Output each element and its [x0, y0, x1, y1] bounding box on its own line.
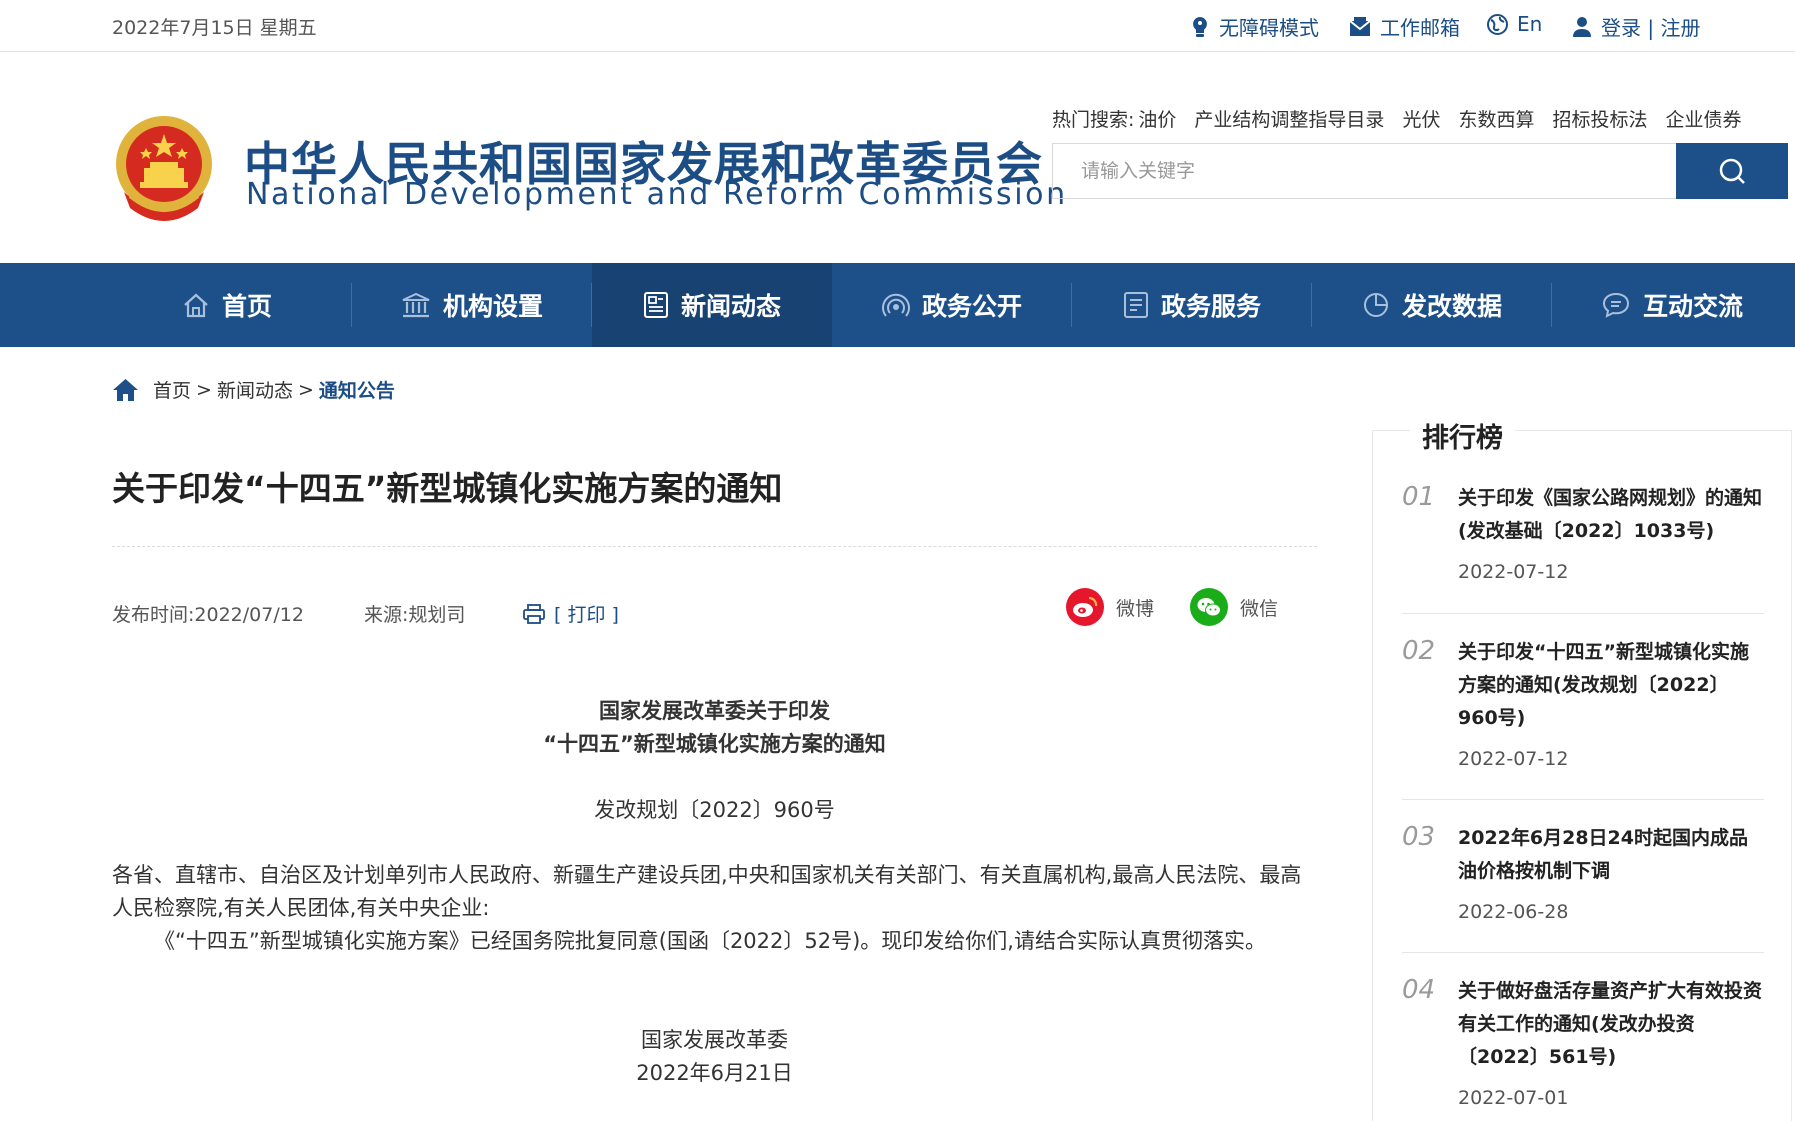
article-title: 关于印发“十四五”新型城镇化实施方案的通知	[112, 469, 783, 508]
chat-icon	[1602, 292, 1629, 318]
national-emblem-logo	[116, 116, 212, 221]
doc-number: 发改规划〔2022〕960号	[594, 798, 835, 822]
nav-label: 首页	[221, 292, 272, 321]
publish-time: 发布时间:2022/07/12	[112, 604, 304, 626]
weibo-label: 微博	[1116, 597, 1155, 620]
nav-label: 发改数据	[1401, 292, 1502, 321]
ranking-number: 02	[1402, 636, 1436, 666]
nav-label: 机构设置	[442, 292, 543, 321]
breadcrumb: 首页 > 新闻动态 > 通知公告	[112, 376, 395, 403]
breadcrumb-separator: >	[196, 378, 212, 401]
wechat-label: 微信	[1240, 597, 1279, 620]
ranking-item-date: 2022-06-28	[1458, 901, 1569, 923]
wechat-icon	[1190, 588, 1228, 626]
home-icon	[184, 293, 208, 318]
nav-item-institution[interactable]: 机构设置	[352, 263, 592, 347]
breadcrumb-home-link[interactable]: 首页	[153, 376, 191, 403]
ranking-divider	[1402, 613, 1764, 614]
body-paragraph-recipients: 各省、直辖市、自治区及计划单列市人民政府、新疆生产建设兵团,中央和国家机关有关部…	[112, 863, 1302, 920]
ranking-divider	[1402, 952, 1764, 953]
english-label: En	[1517, 12, 1543, 36]
site-title-en: National Development and Reform Commissi…	[246, 177, 1068, 212]
accessibility-icon	[1193, 16, 1207, 37]
hot-search: 热门搜索: 油价 产业结构调整指导目录 光伏 东数西算 招标投标法 企业债券	[1052, 105, 1760, 132]
login-register-link[interactable]: 登录 | 注册	[1572, 12, 1700, 41]
mail-icon	[1349, 16, 1371, 36]
current-date: 2022年7月15日 星期五	[112, 17, 317, 39]
ranking-item-title[interactable]: 关于做好盘活存量资产扩大有效投资有关工作的通知(发改办投资〔2022〕561号)	[1458, 975, 1766, 1074]
accessibility-mode-link[interactable]: 无障碍模式	[1190, 12, 1319, 41]
print-label: [ 打印 ]	[554, 604, 619, 626]
title-divider	[112, 546, 1317, 547]
printer-icon	[523, 603, 545, 624]
weibo-icon	[1066, 588, 1104, 626]
doc-heading-line2: “十四五”新型城镇化实施方案的通知	[543, 732, 886, 756]
hot-term-link[interactable]: 企业债券	[1665, 105, 1741, 132]
ranking-item-title[interactable]: 2022年6月28日24时起国内成品油价格按机制下调	[1458, 822, 1766, 888]
ranking-divider	[1402, 799, 1764, 800]
article-source: 来源:规划司	[364, 604, 466, 626]
user-icon	[1573, 17, 1591, 37]
globe-icon	[1487, 13, 1508, 35]
ranking-item-date: 2022-07-12	[1458, 748, 1569, 770]
breadcrumb-current[interactable]: 通知公告	[319, 376, 395, 403]
hot-term-link[interactable]: 油价	[1138, 105, 1176, 132]
nav-item-data[interactable]: 发改数据	[1312, 263, 1552, 347]
english-link[interactable]: En	[1487, 12, 1542, 36]
ranking-number: 01	[1402, 482, 1436, 512]
search-input[interactable]	[1053, 144, 1677, 198]
broadcast-icon	[881, 293, 910, 317]
sign-date: 2022年6月21日	[636, 1061, 793, 1085]
login-label: 登录 | 注册	[1601, 16, 1701, 40]
hot-search-label: 热门搜索:	[1052, 109, 1135, 131]
ranking-item-title[interactable]: 关于印发《国家公路网规划》的通知(发改基础〔2022〕1033号)	[1458, 482, 1766, 548]
nav-item-public-affairs[interactable]: 政务公开	[832, 263, 1072, 347]
print-button[interactable]: [ 打印 ]	[523, 600, 619, 627]
hot-term-link[interactable]: 东数西算	[1458, 105, 1534, 132]
institution-icon	[402, 292, 430, 318]
nav-item-news[interactable]: 新闻动态	[592, 263, 832, 347]
ranking-title: 排行榜	[1410, 416, 1515, 455]
ranking-item-date: 2022-07-12	[1458, 561, 1569, 583]
nav-label: 互动交流	[1642, 292, 1743, 321]
hot-term-link[interactable]: 光伏	[1402, 105, 1440, 132]
nav-item-interaction[interactable]: 互动交流	[1552, 263, 1792, 347]
pie-chart-icon	[1363, 293, 1388, 317]
hot-term-link[interactable]: 产业结构调整指导目录	[1194, 105, 1384, 132]
doc-heading-line1: 国家发展改革委关于印发	[599, 699, 830, 723]
ranking-number: 03	[1402, 822, 1436, 852]
search-box	[1052, 143, 1788, 199]
body-paragraph-main: 《“十四五”新型城镇化实施方案》已经国务院批复同意(国函〔2022〕52号)。现…	[154, 929, 1266, 953]
breadcrumb-separator: >	[297, 378, 314, 401]
nav-label: 新闻动态	[680, 292, 781, 321]
hot-term-link[interactable]: 招标投标法	[1552, 105, 1647, 132]
nav-label: 政务公开	[921, 292, 1022, 321]
nav-item-home[interactable]: 首页	[107, 263, 347, 347]
main-nav: 首页 机构设置 新闻动态 政务公开 政务服务 发改数据 互动交流	[0, 263, 1795, 347]
document-icon	[1123, 292, 1148, 318]
top-utility-bar: 2022年7月15日 星期五 无障碍模式 工作邮箱 En 登录 | 注册	[0, 0, 1795, 52]
ranking-item-date: 2022-07-01	[1458, 1087, 1569, 1109]
news-icon	[643, 292, 668, 318]
search-button[interactable]	[1676, 143, 1788, 199]
nav-label: 政务服务	[1160, 292, 1261, 321]
ranking-number: 04	[1402, 975, 1436, 1005]
breadcrumb-news-link[interactable]: 新闻动态	[217, 376, 293, 403]
nav-item-services[interactable]: 政务服务	[1072, 263, 1312, 347]
share-wechat-button[interactable]: 微信	[1190, 588, 1278, 626]
ranking-item-title[interactable]: 关于印发“十四五”新型城镇化实施方案的通知(发改规划〔2022〕960号)	[1458, 636, 1766, 735]
share-weibo-button[interactable]: 微博	[1066, 588, 1154, 626]
home-icon[interactable]	[112, 378, 139, 402]
signer: 国家发展改革委	[641, 1028, 788, 1052]
accessibility-label: 无障碍模式	[1219, 16, 1319, 40]
mail-label: 工作邮箱	[1380, 16, 1460, 40]
search-icon	[1719, 158, 1745, 184]
work-mail-link[interactable]: 工作邮箱	[1349, 12, 1460, 41]
